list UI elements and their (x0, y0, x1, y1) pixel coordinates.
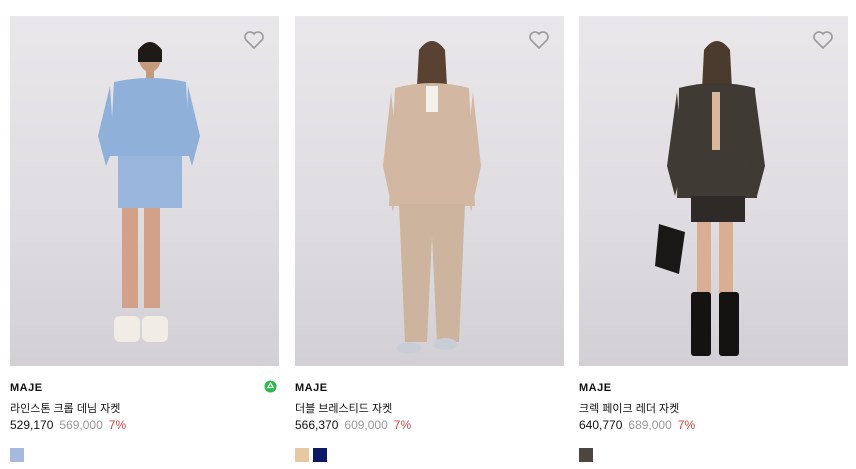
product-brand[interactable]: MAJE (10, 382, 43, 394)
model-illustration (383, 41, 481, 354)
sale-price: 640,770 (579, 418, 623, 432)
product-card[interactable]: MAJE 크렉 페이크 레더 자켓 640,770 689,000 7% (579, 16, 848, 462)
product-image[interactable] (295, 16, 564, 366)
discount-rate: 7% (393, 418, 412, 432)
color-swatches (295, 448, 327, 462)
color-swatches (579, 448, 593, 462)
color-swatch[interactable] (295, 448, 309, 462)
product-image[interactable] (10, 16, 279, 366)
color-swatches (10, 448, 24, 462)
heart-outline-icon[interactable] (812, 30, 834, 50)
original-price: 609,000 (344, 418, 388, 432)
product-brand[interactable]: MAJE (295, 382, 328, 394)
product-price-row: 640,770 689,000 7% (579, 418, 695, 432)
original-price: 569,000 (59, 418, 103, 432)
product-brand[interactable]: MAJE (579, 382, 612, 394)
product-card[interactable]: MAJE 라인스톤 크롭 데님 자켓 529,170 569,000 7% (10, 16, 279, 462)
discount-rate: 7% (677, 418, 696, 432)
discount-rate: 7% (108, 418, 127, 432)
product-price-row: 566,370 609,000 7% (295, 418, 411, 432)
model-illustration (98, 42, 200, 342)
product-name[interactable]: 더블 브레스티드 자켓 (295, 400, 392, 416)
product-grid: MAJE 라인스톤 크롭 데님 자켓 529,170 569,000 7% MA… (0, 0, 856, 469)
sale-price: 566,370 (295, 418, 339, 432)
color-swatch[interactable] (313, 448, 327, 462)
heart-outline-icon[interactable] (528, 30, 550, 50)
product-price-row: 529,170 569,000 7% (10, 418, 126, 432)
sale-price: 529,170 (10, 418, 54, 432)
color-swatch[interactable] (10, 448, 24, 462)
product-name[interactable]: 크렉 페이크 레더 자켓 (579, 400, 679, 416)
color-swatch[interactable] (579, 448, 593, 462)
product-name[interactable]: 라인스톤 크롭 데님 자켓 (10, 400, 120, 416)
model-illustration (655, 41, 765, 356)
original-price: 689,000 (628, 418, 672, 432)
product-image[interactable] (579, 16, 848, 366)
product-card[interactable]: MAJE 더블 브레스티드 자켓 566,370 609,000 7% (295, 16, 564, 462)
recycle-icon (264, 380, 277, 393)
heart-outline-icon[interactable] (243, 30, 265, 50)
